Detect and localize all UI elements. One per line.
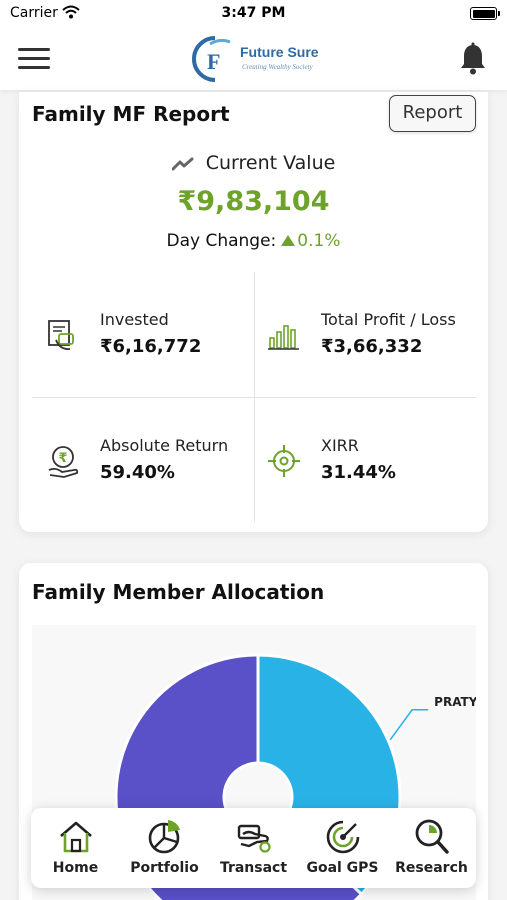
logo-emblem-icon: F — [192, 36, 231, 82]
card-title: Family MF Report — [32, 102, 230, 126]
nav-portfolio[interactable]: Portfolio — [120, 808, 209, 888]
bottom-navigation: Home Portfolio Transact Goal GPS Researc… — [31, 808, 476, 888]
battery-icon — [470, 7, 500, 20]
research-magnifier-icon — [415, 819, 449, 854]
current-value-label: Current Value — [205, 152, 336, 174]
stat-xirr: XIRR 31.44% — [267, 436, 477, 496]
stat-value: ₹3,66,332 — [321, 336, 423, 357]
svg-text:F: F — [207, 49, 220, 74]
nav-label: Transact — [219, 860, 288, 876]
nav-research[interactable]: Research — [387, 808, 476, 888]
brand-name: Future Sure — [240, 44, 319, 60]
brand-tagline: Creating Wealthy Society — [242, 63, 313, 71]
card-title: Family Member Allocation — [32, 580, 325, 604]
day-change-label: Day Change: — [166, 231, 277, 251]
stat-label: XIRR — [321, 436, 359, 455]
stat-absolute-return: ₹ Absolute Return 59.40% — [46, 436, 256, 496]
rupee-hand-icon: ₹ — [48, 446, 79, 478]
day-change-value: 0.1% — [297, 231, 341, 251]
transact-hand-icon — [237, 824, 271, 853]
notification-bell-icon[interactable] — [458, 42, 488, 76]
clock: 3:47 PM — [221, 5, 286, 21]
svg-text:₹: ₹ — [59, 451, 68, 466]
nav-label: Portfolio — [130, 860, 199, 876]
family-mf-report-card: Family MF Report Report Current Value ₹9… — [19, 92, 488, 532]
up-arrow-icon — [281, 235, 296, 246]
pie-label-leader-0 — [389, 709, 429, 741]
nav-label: Research — [395, 860, 468, 876]
current-value-heading: Current Value — [19, 152, 488, 174]
pie-slice-label-0: PRATYUSH — [434, 695, 476, 709]
stat-label: Total Profit / Loss — [321, 310, 456, 329]
bar-chart-icon — [268, 325, 299, 350]
goal-gps-icon — [326, 820, 360, 854]
nav-transact[interactable]: Transact — [209, 808, 298, 888]
top-app-bar: F Future Sure Creating Wealthy Society — [0, 28, 507, 90]
day-change-row: Day Change: 0.1% — [19, 231, 488, 251]
stat-total-profit-loss: Total Profit / Loss ₹3,66,332 — [267, 310, 477, 370]
stat-invested: Invested ₹6,16,772 — [46, 310, 256, 370]
hamburger-menu-button[interactable] — [18, 48, 50, 70]
trend-line-icon — [171, 157, 194, 170]
stat-value: ₹6,16,772 — [100, 336, 202, 357]
home-icon — [60, 821, 92, 853]
divider-horizontal — [32, 397, 476, 398]
nav-label: Goal GPS — [306, 860, 379, 876]
portfolio-pie-icon — [148, 820, 180, 854]
nav-label: Home — [52, 860, 99, 876]
target-icon — [268, 445, 300, 477]
nav-goal-gps[interactable]: Goal GPS — [298, 808, 387, 888]
stat-label: Invested — [100, 310, 169, 329]
invested-icon — [48, 320, 74, 350]
report-button[interactable]: Report — [389, 95, 476, 132]
stat-value: 31.44% — [321, 462, 396, 483]
future-sure-logo: F Future Sure Creating Wealthy Society — [190, 34, 330, 84]
nav-home[interactable]: Home — [31, 808, 120, 888]
status-bar: Carrier 3:47 PM — [0, 0, 507, 28]
stat-value: 59.40% — [100, 462, 175, 483]
stat-label: Absolute Return — [100, 436, 229, 455]
current-value-amount: ₹9,83,104 — [177, 186, 330, 217]
